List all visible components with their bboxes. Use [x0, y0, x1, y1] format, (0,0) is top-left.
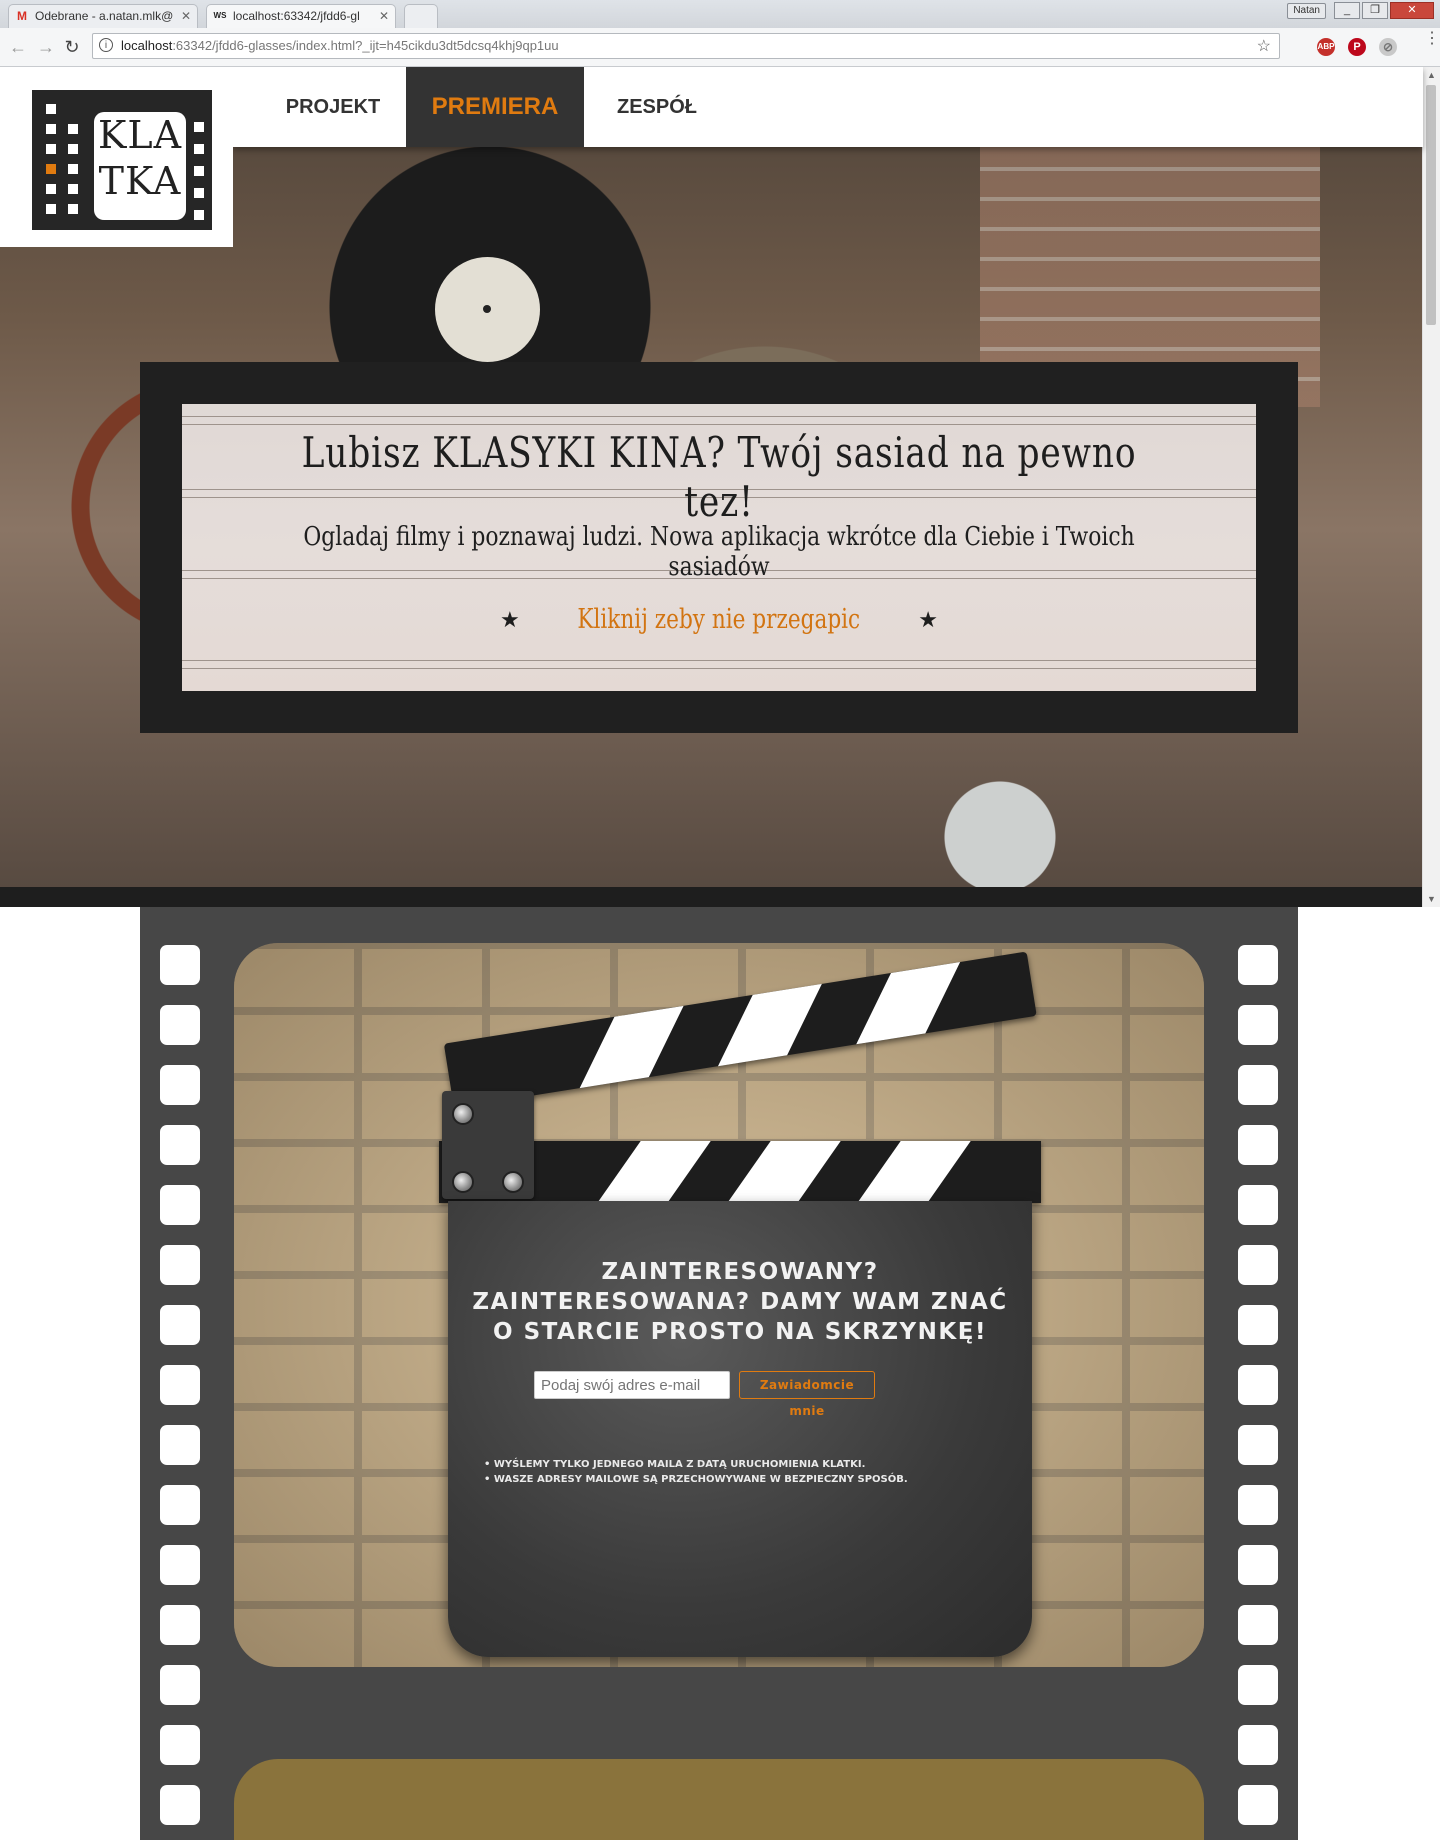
vinyl-record-label [435, 257, 540, 362]
cta-link[interactable]: Kliknij zeby nie przegapic [578, 604, 861, 635]
logo[interactable]: KLA TKA [0, 67, 233, 247]
sprocket-hole [1238, 1785, 1278, 1825]
sprocket-hole [160, 1245, 200, 1285]
bolt-icon [452, 1171, 474, 1193]
hero-bottom-strip [0, 887, 1423, 907]
url-text[interactable]: localhost:63342/jfdd6-glasses/index.html… [121, 34, 559, 58]
sprocket-hole [1238, 945, 1278, 985]
sprocket-hole [160, 1485, 200, 1525]
reload-icon[interactable]: ↻ [62, 37, 82, 57]
info-icon[interactable]: i [99, 38, 113, 52]
hero-banner-frame: Lubisz KLASYKI KINA? Twój sasiad na pewn… [140, 362, 1298, 733]
star-icon: ★ [500, 606, 520, 632]
sprocket-hole [1238, 1725, 1278, 1765]
sprocket-hole [160, 945, 200, 985]
sprocket-hole [1238, 1185, 1278, 1225]
nav-item-zespol[interactable]: ZESPÓŁ [597, 67, 717, 147]
extension-icon[interactable]: ⊘ [1379, 38, 1397, 56]
maximize-button[interactable]: ❐ [1362, 2, 1388, 19]
address-bar[interactable]: i localhost:63342/jfdd6-glasses/index.ht… [92, 33, 1280, 59]
sprocket-hole [1238, 1065, 1278, 1105]
star-icon: ★ [918, 606, 938, 632]
nav-item-premiera[interactable]: PREMIERA [406, 67, 584, 147]
signup-heading: Zainteresowany? Zainteresowana? Damy wam… [472, 1259, 1008, 1345]
gmail-icon: M [17, 9, 27, 23]
sprocket-hole [160, 1185, 200, 1225]
logo-film-mark: KLA TKA [32, 90, 212, 230]
browser-toolbar: ← → ↻ i localhost:63342/jfdd6-glasses/in… [0, 28, 1440, 67]
sprocket-hole [160, 1305, 200, 1345]
bookmark-star-icon[interactable]: ☆ [1257, 36, 1271, 56]
sprocket-hole [1238, 1125, 1278, 1165]
notify-button[interactable]: Zawiadomcie mnie [739, 1371, 875, 1418]
hero-subtitle: Ogladaj filmy i poznawaj ludzi. Nowa apl… [303, 522, 1135, 582]
sprocket-hole [1238, 1665, 1278, 1705]
sprocket-hole [1238, 1305, 1278, 1345]
scrollbar-thumb[interactable] [1426, 85, 1436, 325]
sprocket-hole [1238, 1545, 1278, 1585]
scroll-up-icon[interactable]: ▲ [1423, 67, 1440, 83]
signup-notes: Wyślemy tylko jednego maila z datą uruch… [484, 1457, 1004, 1487]
tab-title: Odebrane - a.natan.mlk@ [35, 9, 174, 23]
pinterest-icon[interactable]: P [1348, 38, 1366, 56]
main-nav: PROJEKT PREMIERA ZESPÓŁ [233, 67, 1423, 147]
forward-icon[interactable]: → [36, 37, 56, 57]
close-icon[interactable]: ✕ [181, 5, 191, 27]
tab-gmail[interactable]: M Odebrane - a.natan.mlk@ ✕ [8, 4, 198, 28]
bolt-icon [502, 1171, 524, 1193]
sprocket-hole [160, 1125, 200, 1165]
page-viewport: KLA TKA PROJEKT PREMIERA ZESPÓŁ Lubisz KL… [0, 67, 1440, 1840]
sprocket-hole [160, 1785, 200, 1825]
list-item: Wyślemy tylko jednego maila z datą uruch… [484, 1457, 1004, 1472]
sprocket-hole [1238, 1245, 1278, 1285]
film-strip: Zainteresowany? Zainteresowana? Damy wam… [140, 907, 1298, 1840]
sprocket-hole [160, 1605, 200, 1645]
browser-tabbar: M Odebrane - a.natan.mlk@ ✕ WS localhost… [0, 0, 1440, 28]
close-window-button[interactable]: ✕ [1390, 2, 1434, 19]
hero-title: Lubisz KLASYKI KINA? Twój sasiad na pewn… [301, 428, 1137, 526]
list-item: Wasze adresy mailowe są przechowywane w … [484, 1472, 1004, 1487]
user-badge[interactable]: Natan [1287, 3, 1326, 19]
tab-title: localhost:63342/jfdd6-gl [233, 9, 360, 23]
hero-banner: Lubisz KLASYKI KINA? Twój sasiad na pewn… [182, 404, 1256, 691]
sprocket-hole [1238, 1485, 1278, 1525]
sprocket-hole [160, 1545, 200, 1585]
close-icon[interactable]: ✕ [379, 5, 389, 27]
clapper-hinge [442, 1091, 534, 1199]
sprocket-hole [160, 1725, 200, 1765]
sprocket-hole [160, 1005, 200, 1045]
sprocket-hole [160, 1665, 200, 1705]
minimize-button[interactable]: _ [1334, 2, 1360, 19]
hero-cta: ★ Kliknij zeby nie przegapic ★ [182, 604, 1256, 635]
sprocket-hole [1238, 1425, 1278, 1465]
sprocket-hole [160, 1365, 200, 1405]
clapperboard-form: Zainteresowany? Zainteresowana? Damy wam… [448, 1201, 1032, 1657]
scroll-down-icon[interactable]: ▼ [1423, 891, 1440, 907]
sprocket-hole [160, 1065, 200, 1105]
sprocket-hole [1238, 1365, 1278, 1405]
next-section-panel [234, 1759, 1204, 1840]
new-tab-button[interactable] [404, 4, 438, 28]
back-icon[interactable]: ← [8, 37, 28, 57]
chrome-menu-icon[interactable]: ⋮ [1424, 31, 1440, 47]
adblock-icon[interactable]: ABP [1317, 38, 1335, 56]
sprocket-hole [1238, 1005, 1278, 1045]
logo-text: KLA TKA [94, 112, 186, 220]
tab-localhost[interactable]: WS localhost:63342/jfdd6-gl ✕ [206, 4, 396, 28]
sprocket-hole [160, 1425, 200, 1465]
window-controls: Natan _ ❐ ✕ [1287, 2, 1434, 20]
bolt-icon [452, 1103, 474, 1125]
brick-wall-panel: Zainteresowany? Zainteresowana? Damy wam… [234, 943, 1204, 1667]
scrollbar[interactable]: ▲ ▼ [1422, 67, 1440, 907]
email-field[interactable] [534, 1371, 730, 1399]
sprocket-hole [1238, 1605, 1278, 1645]
nav-item-projekt[interactable]: PROJEKT [273, 67, 393, 147]
webstorm-icon: WS [213, 11, 227, 20]
